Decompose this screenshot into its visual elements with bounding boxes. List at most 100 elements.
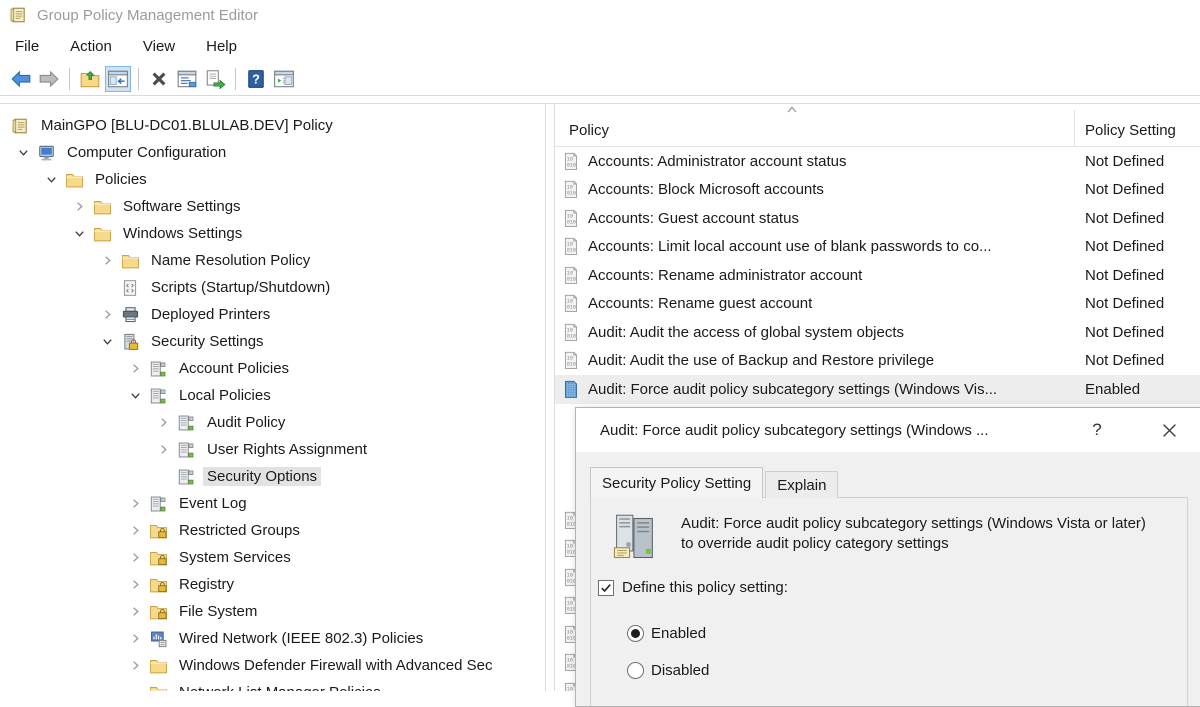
policy-group-icon — [148, 495, 168, 513]
show-console-tree-button[interactable] — [105, 66, 131, 92]
action-pane-icon — [273, 69, 295, 89]
menu-file[interactable]: File — [15, 38, 39, 55]
forward-button[interactable] — [36, 66, 62, 92]
chevron-collapsed-icon[interactable] — [94, 252, 120, 270]
tree-item[interactable]: Software Settings — [0, 193, 545, 220]
close-icon[interactable] — [1148, 408, 1190, 452]
menu-help[interactable]: Help — [206, 38, 237, 55]
chevron-expanded-icon[interactable] — [122, 387, 148, 405]
policy-row[interactable]: Audit: Force audit policy subcategory se… — [555, 375, 1200, 404]
tree-item[interactable]: Security Settings — [0, 328, 545, 355]
chevron-collapsed-icon[interactable] — [122, 576, 148, 594]
menu-action[interactable]: Action — [70, 38, 112, 55]
chevron-collapsed-icon[interactable] — [66, 198, 92, 216]
tree-item[interactable]: Policies — [0, 166, 545, 193]
tree-item[interactable]: Wired Network (IEEE 802.3) Policies — [0, 625, 545, 652]
chevron-collapsed-icon[interactable] — [94, 306, 120, 324]
svg-text:010: 010 — [567, 248, 576, 254]
dialog-help-button[interactable]: ? — [1076, 408, 1118, 452]
chevron-collapsed-icon[interactable] — [122, 360, 148, 378]
define-policy-checkbox[interactable] — [598, 580, 614, 596]
tree-item[interactable]: Windows Defender Firewall with Advanced … — [0, 652, 545, 679]
tree-item[interactable]: File System — [0, 598, 545, 625]
tree-item[interactable]: Name Resolution Policy — [0, 247, 545, 274]
sort-ascending-icon — [785, 105, 799, 114]
policy-row[interactable]: 10010Accounts: Block Microsoft accountsN… — [555, 176, 1200, 205]
chevron-collapsed-icon[interactable] — [150, 441, 176, 459]
policy-name: Audit: Force audit policy subcategory se… — [588, 381, 1073, 398]
properties-button[interactable] — [174, 66, 200, 92]
gpo-scroll-icon — [10, 117, 30, 135]
tree-item[interactable]: Event Log — [0, 490, 545, 517]
tab-explain[interactable]: Explain — [765, 471, 838, 498]
policy-setting-dialog: Audit: Force audit policy subcategory se… — [575, 407, 1200, 707]
chevron-expanded-icon[interactable] — [66, 225, 92, 243]
define-policy-checkbox-row[interactable]: Define this policy setting: — [598, 579, 788, 596]
tree-item[interactable]: Computer Configuration — [0, 139, 545, 166]
export-list-button[interactable] — [202, 66, 228, 92]
chevron-collapsed-icon[interactable] — [122, 495, 148, 513]
radio-disabled[interactable] — [627, 662, 644, 679]
column-header-policy[interactable]: Policy — [569, 122, 609, 139]
tree-item[interactable]: Local Policies — [0, 382, 545, 409]
radio-row-enabled[interactable]: Enabled — [627, 625, 706, 642]
column-divider[interactable] — [1074, 110, 1075, 146]
policy-doc-icon: 10010 — [562, 266, 581, 284]
tree-item[interactable]: Network List Manager Policies — [0, 679, 545, 691]
tree-item[interactable]: System Services — [0, 544, 545, 571]
tree-item[interactable]: Deployed Printers — [0, 301, 545, 328]
tree-item[interactable]: Audit Policy — [0, 409, 545, 436]
back-button[interactable] — [8, 66, 34, 92]
policy-group-icon — [148, 360, 168, 378]
chevron-collapsed-icon[interactable] — [150, 414, 176, 432]
policy-row[interactable]: 10010Accounts: Administrator account sta… — [555, 147, 1200, 176]
tree-item[interactable]: Scripts (Startup/Shutdown) — [0, 274, 545, 301]
policy-setting-value: Not Defined — [1085, 267, 1164, 284]
radio-enabled[interactable] — [627, 625, 644, 642]
policy-group-icon — [176, 414, 196, 432]
policy-row[interactable]: 10010Audit: Audit the access of global s… — [555, 318, 1200, 347]
tree-item-label: Policies — [91, 170, 151, 189]
tree-item[interactable]: Restricted Groups — [0, 517, 545, 544]
chevron-collapsed-icon[interactable] — [122, 630, 148, 648]
chevron-expanded-icon[interactable] — [94, 333, 120, 351]
menu-view[interactable]: View — [143, 38, 175, 55]
tree-item[interactable]: MainGPO [BLU-DC01.BLULAB.DEV] Policy — [0, 112, 545, 139]
security-servers-icon — [609, 512, 661, 564]
tab-security-policy-setting[interactable]: Security Policy Setting — [590, 467, 763, 498]
chevron-collapsed-icon[interactable] — [122, 657, 148, 675]
security-servers-icon — [609, 512, 661, 564]
chevron-collapsed-icon[interactable] — [122, 522, 148, 540]
show-action-pane-button[interactable] — [271, 66, 297, 92]
policy-row[interactable]: 10010Accounts: Rename administrator acco… — [555, 261, 1200, 290]
delete-button[interactable] — [146, 66, 172, 92]
policy-row[interactable]: 10010Accounts: Guest account statusNot D… — [555, 204, 1200, 233]
tree-item[interactable]: Registry — [0, 571, 545, 598]
chevron-expanded-icon[interactable] — [38, 171, 64, 189]
tree-item-label: Account Policies — [175, 359, 293, 378]
policy-row[interactable]: 10010Accounts: Limit local account use o… — [555, 233, 1200, 262]
policy-setting-value: Not Defined — [1085, 238, 1164, 255]
policy-row[interactable]: 10010Accounts: Rename guest accountNot D… — [555, 290, 1200, 319]
up-one-level-button[interactable] — [77, 66, 103, 92]
tree-item[interactable]: Windows Settings — [0, 220, 545, 247]
chevron-expanded-icon[interactable] — [10, 144, 36, 162]
policy-row[interactable]: 10010Audit: Audit the use of Backup and … — [555, 347, 1200, 376]
tree-item[interactable]: Account Policies — [0, 355, 545, 382]
pane-splitter[interactable] — [546, 104, 554, 691]
tree-item-label: User Rights Assignment — [203, 440, 371, 459]
help-button[interactable]: ? — [243, 66, 269, 92]
policy-setting-value: Not Defined — [1085, 181, 1164, 198]
chevron-collapsed-icon[interactable] — [122, 603, 148, 621]
column-header-policy-setting[interactable]: Policy Setting — [1085, 122, 1176, 139]
console-tree-icon — [107, 69, 129, 89]
menu-bar: File Action View Help — [0, 30, 1200, 63]
radio-label: Enabled — [651, 625, 706, 642]
tree-item[interactable]: Security Options — [0, 463, 545, 490]
radio-row-disabled[interactable]: Disabled — [627, 662, 709, 679]
policy-setting-value: Not Defined — [1085, 295, 1164, 312]
chevron-collapsed-icon[interactable] — [122, 549, 148, 567]
printer-icon — [120, 306, 140, 324]
tree-item[interactable]: User Rights Assignment — [0, 436, 545, 463]
folder-lock-icon — [148, 522, 168, 540]
